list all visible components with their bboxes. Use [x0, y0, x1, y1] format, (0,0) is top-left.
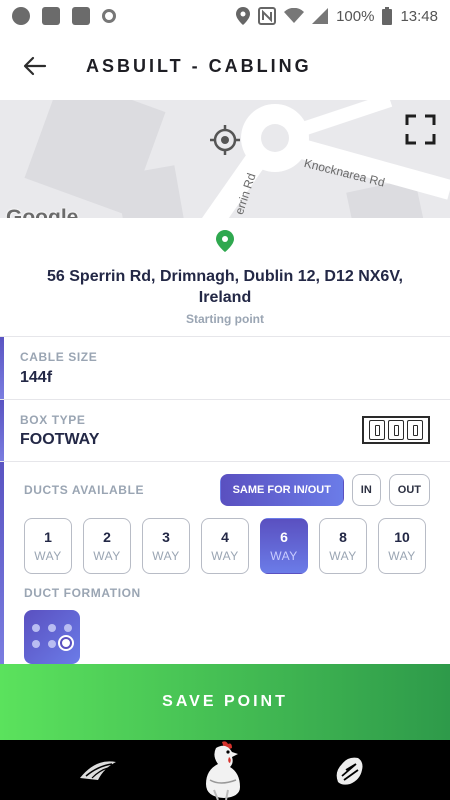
- way-unit: WAY: [152, 549, 180, 563]
- duct-dot: [32, 640, 40, 648]
- calendar-icon: [72, 7, 90, 25]
- way-unit: WAY: [329, 549, 357, 563]
- box-type-label: BOX TYPE: [20, 413, 86, 427]
- app-icon: [42, 7, 60, 25]
- arrow-left-icon: [23, 56, 47, 76]
- back-button[interactable]: [20, 51, 50, 81]
- address-line-2: Ireland: [198, 289, 252, 306]
- duct-dot: [48, 624, 56, 632]
- page-title: ASBUILT - CABLING: [86, 55, 312, 76]
- status-bar: 100% 13:48: [0, 0, 450, 32]
- mode-out-button[interactable]: OUT: [388, 474, 430, 506]
- clock-text: 13:48: [400, 7, 438, 25]
- duct-mode-group: SAME FOR IN/OUT IN OUT: [219, 474, 430, 506]
- field-accent-bar: [0, 462, 4, 664]
- battery-text: 100%: [336, 7, 375, 25]
- battery-icon: [382, 7, 393, 25]
- way-unit: WAY: [388, 549, 416, 563]
- duct-formation-label: DUCT FORMATION: [24, 586, 141, 600]
- way-number: 10: [394, 529, 410, 545]
- field-accent-bar: [0, 400, 4, 461]
- duct-dot-selected: [60, 637, 72, 649]
- record-icon: [102, 9, 116, 23]
- cable-size-label: CABLE SIZE: [20, 350, 98, 364]
- rooster-icon[interactable]: [194, 740, 254, 800]
- box-type-field[interactable]: BOX TYPE FOOTWAY: [0, 399, 450, 461]
- duct-dot: [32, 624, 40, 632]
- fly-icon[interactable]: [76, 758, 120, 782]
- way-number: 2: [103, 529, 111, 545]
- bottom-nav: [0, 740, 450, 800]
- way-options: 1 WAY 2 WAY 3 WAY 4 WAY 6 WAY 8 WAY 10 WAY: [24, 518, 426, 574]
- way-option-3[interactable]: 3 WAY: [142, 518, 190, 574]
- address-line-1: 56 Sperrin Rd, Drimnagh, Dublin 12, D12 …: [47, 268, 403, 285]
- duct-dot: [64, 624, 72, 632]
- ducts-available-label: DUCTS AVAILABLE: [24, 483, 145, 497]
- address-subtitle: Starting point: [186, 312, 264, 326]
- duct-formation-button[interactable]: [24, 610, 80, 664]
- app-header: ASBUILT - CABLING: [0, 32, 450, 100]
- way-number: 3: [162, 529, 170, 545]
- way-option-6[interactable]: 6 WAY: [260, 518, 308, 574]
- way-unit: WAY: [270, 549, 298, 563]
- way-option-8[interactable]: 8 WAY: [319, 518, 367, 574]
- ducts-field: DUCTS AVAILABLE SAME FOR IN/OUT IN OUT 1…: [0, 461, 450, 664]
- duct-dot: [48, 640, 56, 648]
- status-right: 100% 13:48: [236, 7, 438, 25]
- status-left-icons: [12, 7, 116, 25]
- way-number: 8: [339, 529, 347, 545]
- way-option-2[interactable]: 2 WAY: [83, 518, 131, 574]
- way-number: 1: [44, 529, 52, 545]
- address-block: 56 Sperrin Rd, Drimnagh, Dublin 12, D12 …: [0, 266, 450, 326]
- signal-icon: [312, 8, 329, 24]
- cable-size-field[interactable]: CABLE SIZE 144f: [0, 336, 450, 399]
- way-number: 4: [221, 529, 229, 545]
- notification-icon: [12, 7, 30, 25]
- way-unit: WAY: [34, 549, 62, 563]
- way-option-4[interactable]: 4 WAY: [201, 518, 249, 574]
- mode-same-in-out-button[interactable]: SAME FOR IN/OUT: [219, 474, 344, 506]
- mode-in-button[interactable]: IN: [351, 474, 381, 506]
- wifi-icon: [284, 8, 305, 23]
- save-point-button[interactable]: SAVE POINT: [0, 664, 450, 740]
- way-option-10[interactable]: 10 WAY: [378, 518, 426, 574]
- footway-box-icon[interactable]: [362, 416, 430, 444]
- nfc-icon: [258, 7, 277, 25]
- location-icon: [236, 7, 251, 25]
- field-accent-bar: [0, 337, 4, 399]
- pin-row: [0, 218, 450, 262]
- way-number: 6: [280, 529, 288, 545]
- box-type-value: FOOTWAY: [20, 431, 100, 448]
- map-pin-icon: [216, 230, 234, 252]
- way-unit: WAY: [211, 549, 239, 563]
- hand-icon[interactable]: [332, 754, 366, 788]
- way-unit: WAY: [93, 549, 121, 563]
- way-option-1[interactable]: 1 WAY: [24, 518, 72, 574]
- cable-size-value: 144f: [20, 369, 53, 386]
